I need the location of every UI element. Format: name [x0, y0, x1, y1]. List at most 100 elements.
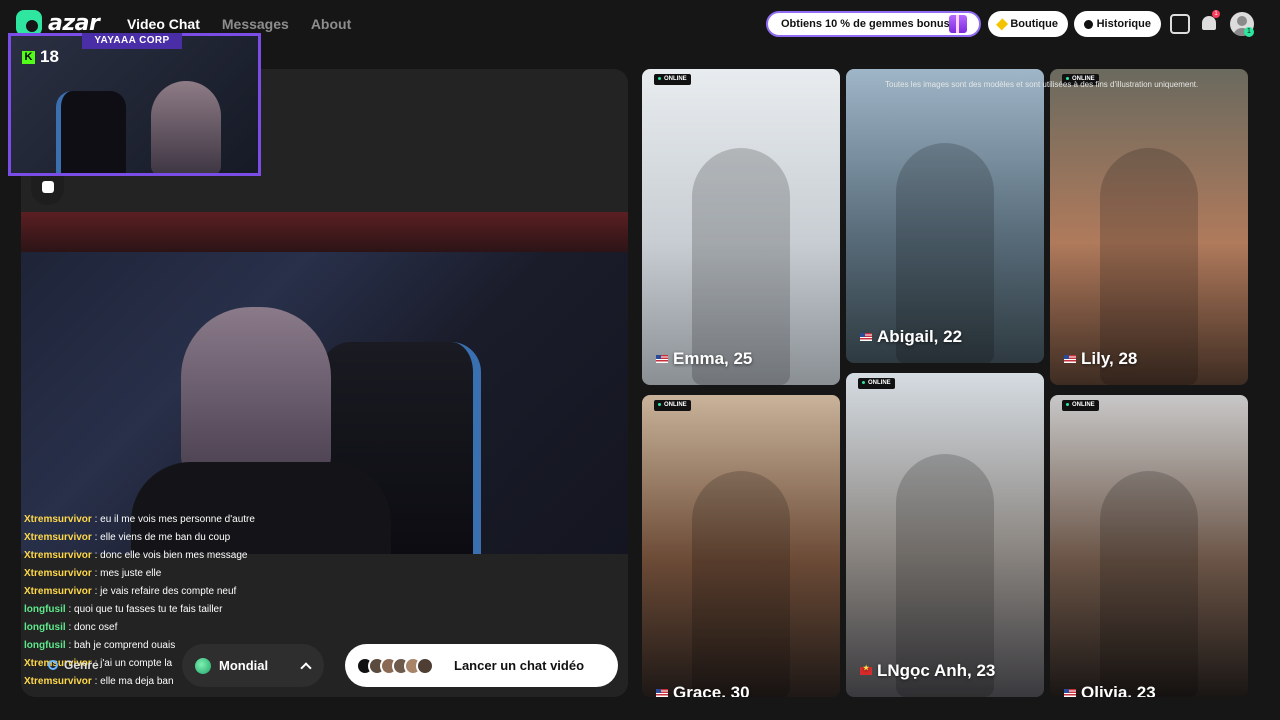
online-badge: ONLINE — [654, 400, 691, 411]
chat-separator: : — [91, 586, 101, 597]
profile-card[interactable]: ONLINE Olivia, 23 — [1050, 395, 1248, 697]
chat-text: bah je comprend ouais — [74, 640, 176, 651]
gem-bonus-promo[interactable]: Obtiens 10 % de gemmes bonus ! — [766, 11, 981, 37]
profile-name-text: Abigail, 22 — [877, 327, 963, 346]
inbox-icon[interactable] — [1170, 14, 1190, 34]
chat-username: Xtremsurvivor — [24, 532, 92, 543]
us-flag-icon — [1064, 689, 1076, 697]
profile-name-text: Emma, 25 — [673, 349, 753, 368]
chat-separator: : — [91, 514, 101, 525]
profile-card[interactable]: Abigail, 22 — [846, 69, 1044, 363]
profile-name-text: Lily, 28 — [1081, 349, 1138, 368]
webcam-video — [21, 212, 628, 554]
us-flag-icon — [860, 333, 872, 341]
profile-name: Grace, 30 — [656, 683, 750, 697]
vietnam-flag-icon — [860, 664, 872, 675]
chat-separator: : — [91, 676, 101, 687]
logo-text: azar — [48, 10, 100, 36]
kick-icon: K — [22, 50, 35, 64]
chat-separator: : — [65, 622, 75, 633]
online-badge: ONLINE — [654, 74, 691, 85]
chevron-up-icon — [300, 661, 312, 674]
globe-icon — [195, 657, 211, 674]
us-flag-icon — [656, 689, 668, 697]
face-icon — [41, 180, 54, 193]
profile-card[interactable]: ONLINE LNgọc Anh, 23 — [846, 373, 1044, 697]
profile-name-text: Olivia, 23 — [1081, 683, 1156, 697]
profile-name: Emma, 25 — [656, 349, 752, 369]
nav-video-chat[interactable]: Video Chat — [127, 16, 200, 32]
online-badge: ONLINE — [1062, 400, 1099, 411]
profile-name-text: Grace, 30 — [673, 683, 750, 697]
chat-text: donc osef — [74, 622, 118, 633]
profile-name-text: LNgọc Anh, 23 — [877, 661, 996, 680]
chat-message: Xtremsurvivor : je vais refaire des comp… — [24, 583, 324, 601]
chat-username: longfusil — [24, 604, 66, 615]
history-label: Historique — [1096, 18, 1151, 30]
age-rating: K 18 — [22, 47, 59, 67]
chat-separator: : — [65, 604, 75, 615]
profile-card[interactable]: ONLINE Lily, 28 — [1050, 69, 1248, 385]
bell-icon[interactable]: 1 — [1199, 10, 1220, 34]
profile-name: Lily, 28 — [1064, 349, 1137, 369]
chat-username: longfusil — [24, 622, 66, 633]
us-flag-icon — [1064, 355, 1076, 363]
gift-icon — [949, 15, 967, 33]
nav-about[interactable]: About — [311, 16, 351, 32]
channel-name: YAYAAA CORP — [82, 33, 182, 49]
page: azar Video Chat Messages About Obtiens 1… — [0, 0, 1280, 720]
chat-text: j'ai un compte la — [100, 658, 173, 669]
chat-username: longfusil — [24, 640, 66, 651]
chat-text: je vais refaire des compte neuf — [100, 586, 237, 597]
profile-name: Abigail, 22 — [860, 327, 962, 347]
chat-username: Xtremsurvivor — [24, 514, 92, 525]
chat-text: mes juste elle — [100, 568, 162, 579]
main-nav: Video Chat Messages About — [127, 16, 351, 32]
gender-icon — [48, 660, 58, 670]
chat-separator: : — [91, 532, 101, 543]
profile-card[interactable]: ONLINE Emma, 25 — [642, 69, 840, 385]
video-background-shelf — [21, 212, 628, 252]
chat-text: quoi que tu fasses tu te fais tailler — [74, 604, 223, 615]
nav-messages[interactable]: Messages — [222, 16, 289, 32]
chat-message: Xtremsurvivor : eu il me vois mes person… — [24, 511, 324, 529]
avatar-badge: 1 — [1244, 27, 1254, 37]
chat-username: Xtremsurvivor — [24, 586, 92, 597]
shop-label: Boutique — [1010, 18, 1058, 30]
avatar-stack — [356, 656, 434, 675]
overlay-chair — [56, 91, 126, 173]
genre-label: Genre — [64, 658, 99, 672]
gem-icon — [996, 17, 1009, 31]
chat-message: longfusil : quoi que tu fasses tu te fai… — [24, 601, 324, 619]
streamer-figure — [181, 307, 331, 477]
overlay-streamer — [151, 81, 221, 173]
notification-badge: 1 — [1212, 10, 1220, 18]
start-video-chat-button[interactable]: Lancer un chat vidéo — [345, 644, 618, 687]
avatar-thumb — [416, 656, 434, 675]
chat-message: longfusil : donc osef — [24, 619, 324, 637]
genre-filter[interactable]: Genre — [48, 658, 99, 672]
promo-text: Obtiens 10 % de gemmes bonus ! — [781, 18, 957, 30]
chat-username: Xtremsurvivor — [24, 550, 92, 561]
chat-text: elle viens de me ban du coup — [100, 532, 231, 543]
shop-button[interactable]: Boutique — [988, 11, 1068, 37]
chat-message: Xtremsurvivor : elle viens de me ban du … — [24, 529, 324, 547]
profile-card[interactable]: ONLINE Grace, 30 — [642, 395, 840, 697]
region-label: Mondial — [219, 658, 269, 673]
chat-separator: : — [65, 640, 75, 651]
profile-name: LNgọc Anh, 23 — [860, 661, 995, 681]
chat-username: Xtremsurvivor — [24, 568, 92, 579]
chat-username: Xtremsurvivor — [24, 676, 92, 687]
profile-name: Olivia, 23 — [1064, 683, 1156, 697]
bell-shape — [1202, 16, 1216, 30]
us-flag-icon — [656, 355, 668, 363]
profile-photo-figure — [692, 471, 790, 697]
age-rating-value: 18 — [40, 47, 59, 66]
history-button[interactable]: Historique — [1074, 11, 1161, 37]
chat-text: elle ma deja ban — [100, 676, 174, 687]
chat-message: Xtremsurvivor : mes juste elle — [24, 565, 324, 583]
profile-photo-figure — [1100, 471, 1198, 697]
region-selector[interactable]: Mondial — [182, 644, 324, 687]
chat-message: Xtremsurvivor : donc elle vois bien mes … — [24, 547, 324, 565]
illustration-disclaimer: Toutes les images sont des modèles et so… — [885, 80, 1199, 89]
